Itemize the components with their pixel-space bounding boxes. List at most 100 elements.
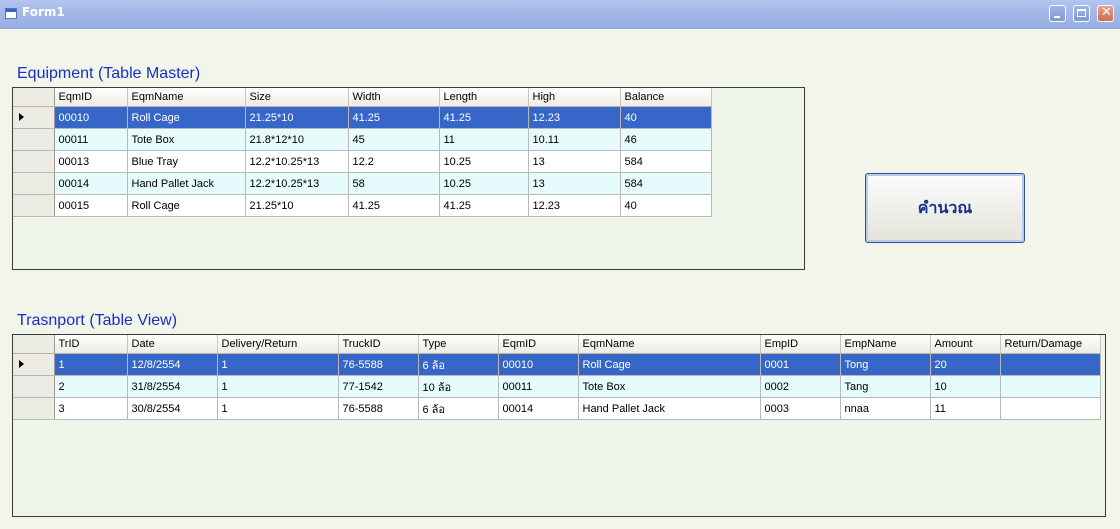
cell-eqmid[interactable]: 00010 xyxy=(54,106,128,129)
column-header-truckid[interactable]: TruckID xyxy=(338,335,419,354)
cell-trid[interactable]: 3 xyxy=(54,397,128,420)
cell-amount[interactable]: 11 xyxy=(930,397,1001,420)
cell-empname[interactable]: Tang xyxy=(840,375,931,398)
minimize-button[interactable] xyxy=(1049,5,1066,22)
equipment-table[interactable]: EqmID EqmName Size Width Length High Bal… xyxy=(13,88,712,217)
column-header-empid[interactable]: EmpID xyxy=(760,335,841,354)
cell-return-damage[interactable] xyxy=(1000,353,1101,376)
column-header-width[interactable]: Width xyxy=(348,88,440,107)
cell-eqmid[interactable]: 00014 xyxy=(498,397,579,420)
calculate-button[interactable]: คำนวณ xyxy=(865,173,1025,243)
cell-width[interactable]: 58 xyxy=(348,172,440,195)
row-header[interactable] xyxy=(13,353,55,376)
row-header[interactable] xyxy=(13,172,55,195)
cell-eqmid[interactable]: 00015 xyxy=(54,194,128,217)
cell-date[interactable]: 12/8/2554 xyxy=(127,353,218,376)
cell-return-damage[interactable] xyxy=(1000,375,1101,398)
cell-high[interactable]: 12.23 xyxy=(528,194,621,217)
maximize-button[interactable] xyxy=(1073,5,1090,22)
cell-size[interactable]: 21.8*12*10 xyxy=(245,128,349,151)
cell-eqmname[interactable]: Hand Pallet Jack xyxy=(127,172,246,195)
row-header[interactable] xyxy=(13,128,55,151)
column-header-amount[interactable]: Amount xyxy=(930,335,1001,354)
column-header-eqmname[interactable]: EqmName xyxy=(578,335,761,354)
column-header-date[interactable]: Date xyxy=(127,335,218,354)
cell-delivery-return[interactable]: 1 xyxy=(217,353,339,376)
cell-length[interactable]: 10.25 xyxy=(439,150,529,173)
cell-high[interactable]: 10.11 xyxy=(528,128,621,151)
table-row[interactable]: 00015 Roll Cage 21.25*10 41.25 41.25 12.… xyxy=(13,194,712,217)
cell-type[interactable]: 6 ล้อ xyxy=(418,353,499,376)
cell-delivery-return[interactable]: 1 xyxy=(217,397,339,420)
column-header-size[interactable]: Size xyxy=(245,88,349,107)
row-header[interactable] xyxy=(13,194,55,217)
cell-date[interactable]: 30/8/2554 xyxy=(127,397,218,420)
cell-truckid[interactable]: 77-1542 xyxy=(338,375,419,398)
cell-length[interactable]: 11 xyxy=(439,128,529,151)
table-row[interactable]: 1 12/8/2554 1 76-5588 6 ล้อ 00010 Roll C… xyxy=(13,353,1101,376)
cell-size[interactable]: 12.2*10.25*13 xyxy=(245,172,349,195)
row-header-corner[interactable] xyxy=(13,335,55,354)
title-bar[interactable]: Form1 ✕ xyxy=(0,0,1120,29)
cell-eqmname[interactable]: Blue Tray xyxy=(127,150,246,173)
cell-amount[interactable]: 10 xyxy=(930,375,1001,398)
cell-balance[interactable]: 40 xyxy=(620,194,712,217)
cell-eqmname[interactable]: Tote Box xyxy=(127,128,246,151)
cell-truckid[interactable]: 76-5588 xyxy=(338,397,419,420)
cell-eqmname[interactable]: Roll Cage xyxy=(127,194,246,217)
row-header[interactable] xyxy=(13,106,55,129)
cell-eqmid[interactable]: 00011 xyxy=(54,128,128,151)
column-header-empname[interactable]: EmpName xyxy=(840,335,931,354)
cell-balance[interactable]: 46 xyxy=(620,128,712,151)
transport-grid[interactable]: TrID Date Delivery/Return TruckID Type E… xyxy=(12,334,1106,517)
cell-balance[interactable]: 40 xyxy=(620,106,712,129)
column-header-delivery-return[interactable]: Delivery/Return xyxy=(217,335,339,354)
cell-return-damage[interactable] xyxy=(1000,397,1101,420)
cell-eqmname[interactable]: Roll Cage xyxy=(127,106,246,129)
cell-size[interactable]: 21.25*10 xyxy=(245,106,349,129)
cell-balance[interactable]: 584 xyxy=(620,150,712,173)
cell-width[interactable]: 12.2 xyxy=(348,150,440,173)
transport-table[interactable]: TrID Date Delivery/Return TruckID Type E… xyxy=(13,335,1101,420)
cell-date[interactable]: 31/8/2554 xyxy=(127,375,218,398)
column-header-eqmid[interactable]: EqmID xyxy=(498,335,579,354)
cell-width[interactable]: 41.25 xyxy=(348,194,440,217)
cell-empid[interactable]: 0001 xyxy=(760,353,841,376)
cell-length[interactable]: 41.25 xyxy=(439,194,529,217)
column-header-high[interactable]: High xyxy=(528,88,621,107)
column-header-return-damage[interactable]: Return/Damage xyxy=(1000,335,1101,354)
column-header-length[interactable]: Length xyxy=(439,88,529,107)
cell-type[interactable]: 10 ล้อ xyxy=(418,375,499,398)
cell-eqmid[interactable]: 00011 xyxy=(498,375,579,398)
cell-high[interactable]: 13 xyxy=(528,150,621,173)
cell-eqmname[interactable]: Hand Pallet Jack xyxy=(578,397,761,420)
cell-width[interactable]: 41.25 xyxy=(348,106,440,129)
table-row[interactable]: 00014 Hand Pallet Jack 12.2*10.25*13 58 … xyxy=(13,172,712,195)
cell-eqmname[interactable]: Tote Box xyxy=(578,375,761,398)
cell-type[interactable]: 6 ล้อ xyxy=(418,397,499,420)
column-header-eqmid[interactable]: EqmID xyxy=(54,88,128,107)
cell-amount[interactable]: 20 xyxy=(930,353,1001,376)
table-row[interactable]: 00013 Blue Tray 12.2*10.25*13 12.2 10.25… xyxy=(13,150,712,173)
cell-length[interactable]: 41.25 xyxy=(439,106,529,129)
table-row[interactable]: 3 30/8/2554 1 76-5588 6 ล้อ 00014 Hand P… xyxy=(13,397,1101,420)
row-header[interactable] xyxy=(13,150,55,173)
equipment-grid[interactable]: EqmID EqmName Size Width Length High Bal… xyxy=(12,87,805,270)
cell-truckid[interactable]: 76-5588 xyxy=(338,353,419,376)
table-row[interactable]: 2 31/8/2554 1 77-1542 10 ล้อ 00011 Tote … xyxy=(13,375,1101,398)
close-button[interactable]: ✕ xyxy=(1097,5,1114,22)
cell-eqmid[interactable]: 00010 xyxy=(498,353,579,376)
row-header[interactable] xyxy=(13,397,55,420)
cell-high[interactable]: 12.23 xyxy=(528,106,621,129)
cell-trid[interactable]: 1 xyxy=(54,353,128,376)
cell-width[interactable]: 45 xyxy=(348,128,440,151)
table-row[interactable]: 00010 Roll Cage 21.25*10 41.25 41.25 12.… xyxy=(13,106,712,129)
cell-eqmid[interactable]: 00014 xyxy=(54,172,128,195)
row-header[interactable] xyxy=(13,375,55,398)
cell-empname[interactable]: nnaa xyxy=(840,397,931,420)
cell-size[interactable]: 21.25*10 xyxy=(245,194,349,217)
row-header-corner[interactable] xyxy=(13,88,55,107)
cell-balance[interactable]: 584 xyxy=(620,172,712,195)
column-header-trid[interactable]: TrID xyxy=(54,335,128,354)
column-header-balance[interactable]: Balance xyxy=(620,88,712,107)
